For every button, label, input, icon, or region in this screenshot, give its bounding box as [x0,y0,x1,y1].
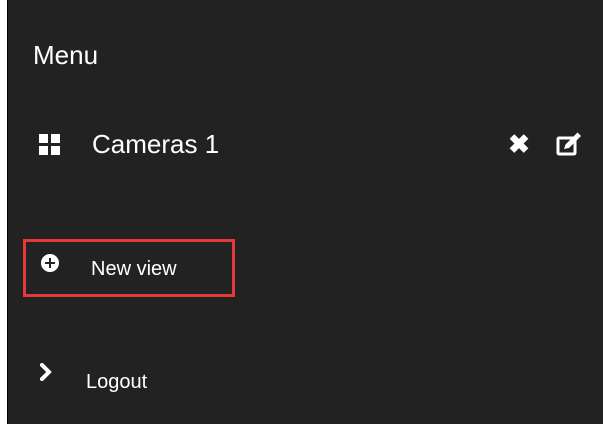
menu-title: Menu [33,40,99,70]
menu-screenshot: Menu Cameras 1 ✖ New view Logout [0,0,603,424]
grid-icon-square [51,146,60,155]
new-view-label: New view [91,258,177,280]
grid-icon [39,134,60,155]
grid-icon-square [39,134,48,143]
new-view-button[interactable]: New view [23,239,235,297]
window-left-edge [0,0,8,424]
grid-icon-square [51,134,60,143]
edit-icon[interactable] [555,132,582,158]
plus-circle-icon [41,254,59,272]
chevron-right-icon [40,363,52,381]
close-icon[interactable]: ✖ [507,130,531,158]
grid-icon-square [39,146,48,155]
camera-view-label: Cameras 1 [92,129,220,159]
logout-button[interactable]: Logout [8,350,603,406]
logout-label: Logout [86,371,148,393]
camera-view-item[interactable]: Cameras 1 ✖ [8,101,603,191]
menu-header: Menu [8,0,603,101]
